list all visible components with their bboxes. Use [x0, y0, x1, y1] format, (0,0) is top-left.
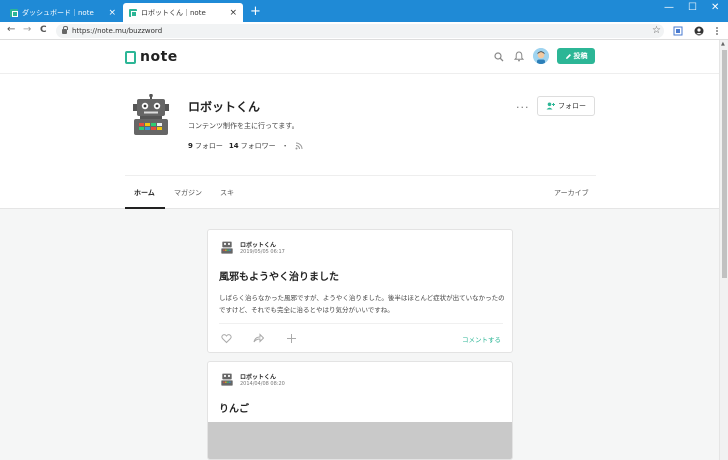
- tab-close-icon[interactable]: ×: [229, 8, 237, 18]
- post-excerpt: しばらく治らなかった風邪ですが、ようやく治りました。後半はほとんど症状が出ていな…: [219, 294, 505, 314]
- tab-robot-profile[interactable]: ロボットくん｜note ×: [123, 3, 243, 22]
- tab-likes[interactable]: スキ: [220, 188, 234, 198]
- following-count[interactable]: 9: [188, 142, 193, 150]
- rss-icon[interactable]: [295, 142, 303, 150]
- user-avatar[interactable]: [533, 48, 549, 64]
- post-author[interactable]: ロボットくん: [240, 372, 276, 381]
- tab-title: ダッシュボード｜note: [22, 8, 94, 17]
- search-icon[interactable]: [494, 52, 504, 62]
- note-logo[interactable]: note: [125, 49, 178, 65]
- browser-titlebar: ダッシュボード｜note × ロボットくん｜note × + — ☐ ✕: [0, 0, 728, 22]
- note-favicon-icon: [129, 8, 137, 17]
- reload-button[interactable]: C: [40, 25, 47, 35]
- add-user-icon: [546, 102, 555, 110]
- window-close-button[interactable]: ✕: [711, 2, 719, 13]
- followers-count[interactable]: 14: [229, 142, 239, 150]
- user-avatar-icon: [533, 48, 549, 64]
- author-avatar-icon: [221, 373, 233, 386]
- card-divider: [219, 323, 503, 324]
- note-favicon-icon: [10, 8, 18, 17]
- lock-icon: [62, 25, 68, 34]
- address-bar: ← → C https://note.mu/buzzword ☆: [0, 22, 728, 40]
- minimize-button[interactable]: —: [664, 2, 674, 13]
- profile-tabs: ホーム マガジン スキ アーカイブ: [0, 176, 719, 209]
- page-scrollbar[interactable]: ▲: [719, 40, 728, 460]
- profile-bio: コンテンツ制作を主に行ってます。: [188, 122, 299, 130]
- post-card[interactable]: ロボットくん 2014/04/08 08:20 りんご: [207, 361, 513, 460]
- tab-title: ロボットくん｜note: [141, 8, 206, 17]
- note-logo-icon: [125, 50, 136, 64]
- bookmark-star-icon[interactable]: ☆: [652, 25, 661, 36]
- tab-close-icon[interactable]: ×: [108, 8, 116, 18]
- post-date: 2019/05/05 06:17: [240, 249, 285, 255]
- more-options-button[interactable]: ···: [516, 101, 530, 114]
- post-button-label: 投稿: [573, 52, 588, 60]
- post-author[interactable]: ロボットくん: [240, 240, 276, 249]
- share-icon[interactable]: [253, 333, 264, 344]
- add-to-magazine-icon[interactable]: [286, 333, 297, 344]
- profile-stats: 9 フォロー 14 フォロワー ・: [188, 141, 303, 151]
- logo-text: note: [140, 49, 178, 65]
- pencil-icon: [565, 53, 571, 59]
- tab-magazine[interactable]: マガジン: [174, 188, 202, 198]
- stats-separator: ・: [281, 142, 289, 150]
- post-title[interactable]: りんご: [219, 400, 249, 415]
- scroll-thumb[interactable]: [722, 50, 727, 278]
- post-image[interactable]: [208, 422, 512, 459]
- site-header: note 投稿: [0, 40, 719, 74]
- followers-label[interactable]: フォロワー: [241, 141, 276, 151]
- follow-button[interactable]: フォロー: [537, 96, 595, 116]
- menu-kebab-icon[interactable]: [712, 26, 722, 36]
- profile-icon[interactable]: [694, 26, 704, 36]
- author-avatar-icon: [221, 241, 233, 254]
- url-text: https://note.mu/buzzword: [72, 27, 163, 35]
- url-field[interactable]: https://note.mu/buzzword: [56, 24, 664, 38]
- back-button[interactable]: ←: [7, 24, 15, 35]
- forward-button[interactable]: →: [23, 24, 31, 35]
- post-button[interactable]: 投稿: [557, 48, 595, 64]
- new-tab-button[interactable]: +: [250, 5, 261, 19]
- profile-name: ロボットくん: [188, 100, 261, 114]
- post-card[interactable]: ロボットくん 2019/05/05 06:17 風邪もようやく治りました しばら…: [207, 229, 513, 353]
- comment-link[interactable]: コメントする: [462, 334, 501, 344]
- scroll-up-icon[interactable]: ▲: [721, 41, 725, 47]
- tab-home[interactable]: ホーム: [134, 188, 155, 198]
- post-date: 2014/04/08 08:20: [240, 381, 285, 387]
- tab-archive[interactable]: アーカイブ: [554, 188, 589, 198]
- extension-icon[interactable]: [673, 26, 683, 36]
- post-title[interactable]: 風邪もようやく治りました: [219, 268, 339, 283]
- maximize-button[interactable]: ☐: [688, 2, 697, 13]
- robot-avatar: [133, 94, 169, 135]
- like-heart-icon[interactable]: [221, 333, 232, 344]
- following-label[interactable]: フォロー: [195, 141, 223, 151]
- bell-icon[interactable]: [514, 51, 524, 62]
- tab-dashboard[interactable]: ダッシュボード｜note ×: [4, 3, 122, 22]
- follow-button-label: フォロー: [558, 102, 586, 110]
